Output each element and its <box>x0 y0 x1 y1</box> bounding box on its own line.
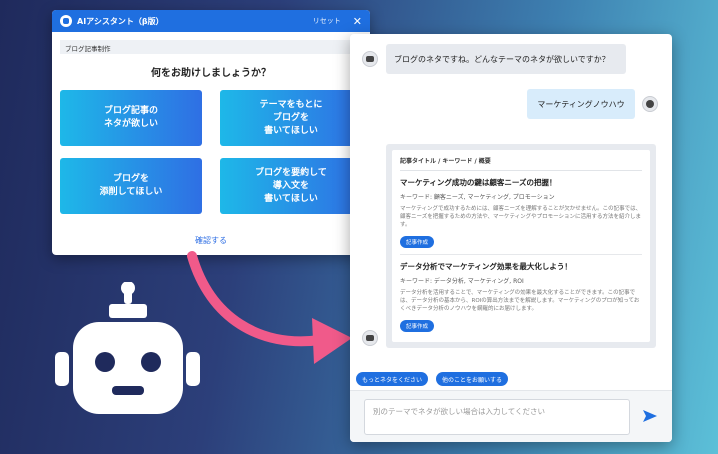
suggestion-header: 記事タイトル / キーワード / 概要 <box>400 150 642 171</box>
assistant-logo-icon <box>60 15 72 27</box>
chat-panel: ブログのネタですね。どんなテーマのネタが欲しいですか？ マーケティングノウハウ … <box>350 34 672 442</box>
confirm-link[interactable]: 確認する <box>52 235 370 246</box>
option-proofread-button[interactable]: ブログを 添削してほしい <box>60 158 202 214</box>
suggestion-list: 記事タイトル / キーワード / 概要 マーケティング成功の鍵は顧客ニーズの把握… <box>386 144 656 348</box>
create-article-button[interactable]: 記事作成 <box>400 320 435 332</box>
chat-input[interactable]: 別のテーマでネタが欲しい場合は入力してください <box>364 399 630 435</box>
assistant-title: AIアシスタント（β版） <box>77 16 164 26</box>
option-summarize-intro-button[interactable]: ブログを要約して 導入文を 書いてほしい <box>220 158 362 214</box>
article-description: マーケティングで成功するためには、顧客ニーズを理解することが欠かせません。この記… <box>400 206 642 228</box>
option-write-from-theme-button[interactable]: テーマをもとに ブログを 書いてほしい <box>220 90 362 146</box>
article-description: データ分析を活用することで、マーケティングの効果を最大化することができます。この… <box>400 290 640 312</box>
option-blog-ideas-button[interactable]: ブログ記事の ネタが欲しい <box>60 90 202 146</box>
section-label: ブログ記事制作 <box>60 40 362 54</box>
other-request-button[interactable]: 他のことをお願いする <box>436 372 509 386</box>
list-item: マーケティング成功の鍵は顧客ニーズの把握！ キーワード: 顧客ニーズ, マーケテ… <box>400 171 642 255</box>
option-grid: ブログ記事の ネタが欲しい テーマをもとに ブログを 書いてほしい ブログを 添… <box>60 90 362 214</box>
bot-avatar-icon <box>362 51 378 67</box>
assistant-header: AIアシスタント（β版） リセット ✕ <box>52 10 370 32</box>
list-item: データ分析でマーケティング効果を最大化しよう！ キーワード: データ分析, マー… <box>400 255 642 338</box>
article-title: データ分析でマーケティング効果を最大化しよう！ <box>400 262 572 271</box>
user-message: マーケティングノウハウ <box>527 89 635 119</box>
article-keywords: キーワード: データ分析, マーケティング, ROI <box>400 278 524 285</box>
create-article-button[interactable]: 記事作成 <box>400 236 435 248</box>
reset-button[interactable]: リセット <box>313 16 341 26</box>
article-title: マーケティング成功の鍵は顧客ニーズの把握！ <box>400 178 557 187</box>
article-keywords: キーワード: 顧客ニーズ, マーケティング, プロモーション <box>400 194 555 201</box>
send-icon[interactable] <box>642 408 658 424</box>
close-icon[interactable]: ✕ <box>353 16 362 27</box>
robot-icon <box>55 282 200 414</box>
more-ideas-button[interactable]: もっとネタをください <box>356 372 429 386</box>
assistant-question: 何をお助けしましょうか？ <box>151 68 271 79</box>
bot-avatar-icon <box>362 330 378 346</box>
assistant-panel: AIアシスタント（β版） リセット ✕ ブログ記事制作 何をお助けしましょうか？… <box>52 10 370 255</box>
curved-arrow-icon <box>187 251 352 364</box>
user-avatar-icon <box>642 96 658 112</box>
bot-message: ブログのネタですね。どんなテーマのネタが欲しいですか？ <box>386 44 626 74</box>
chat-input-area: 別のテーマでネタが欲しい場合は入力してください <box>350 390 672 442</box>
